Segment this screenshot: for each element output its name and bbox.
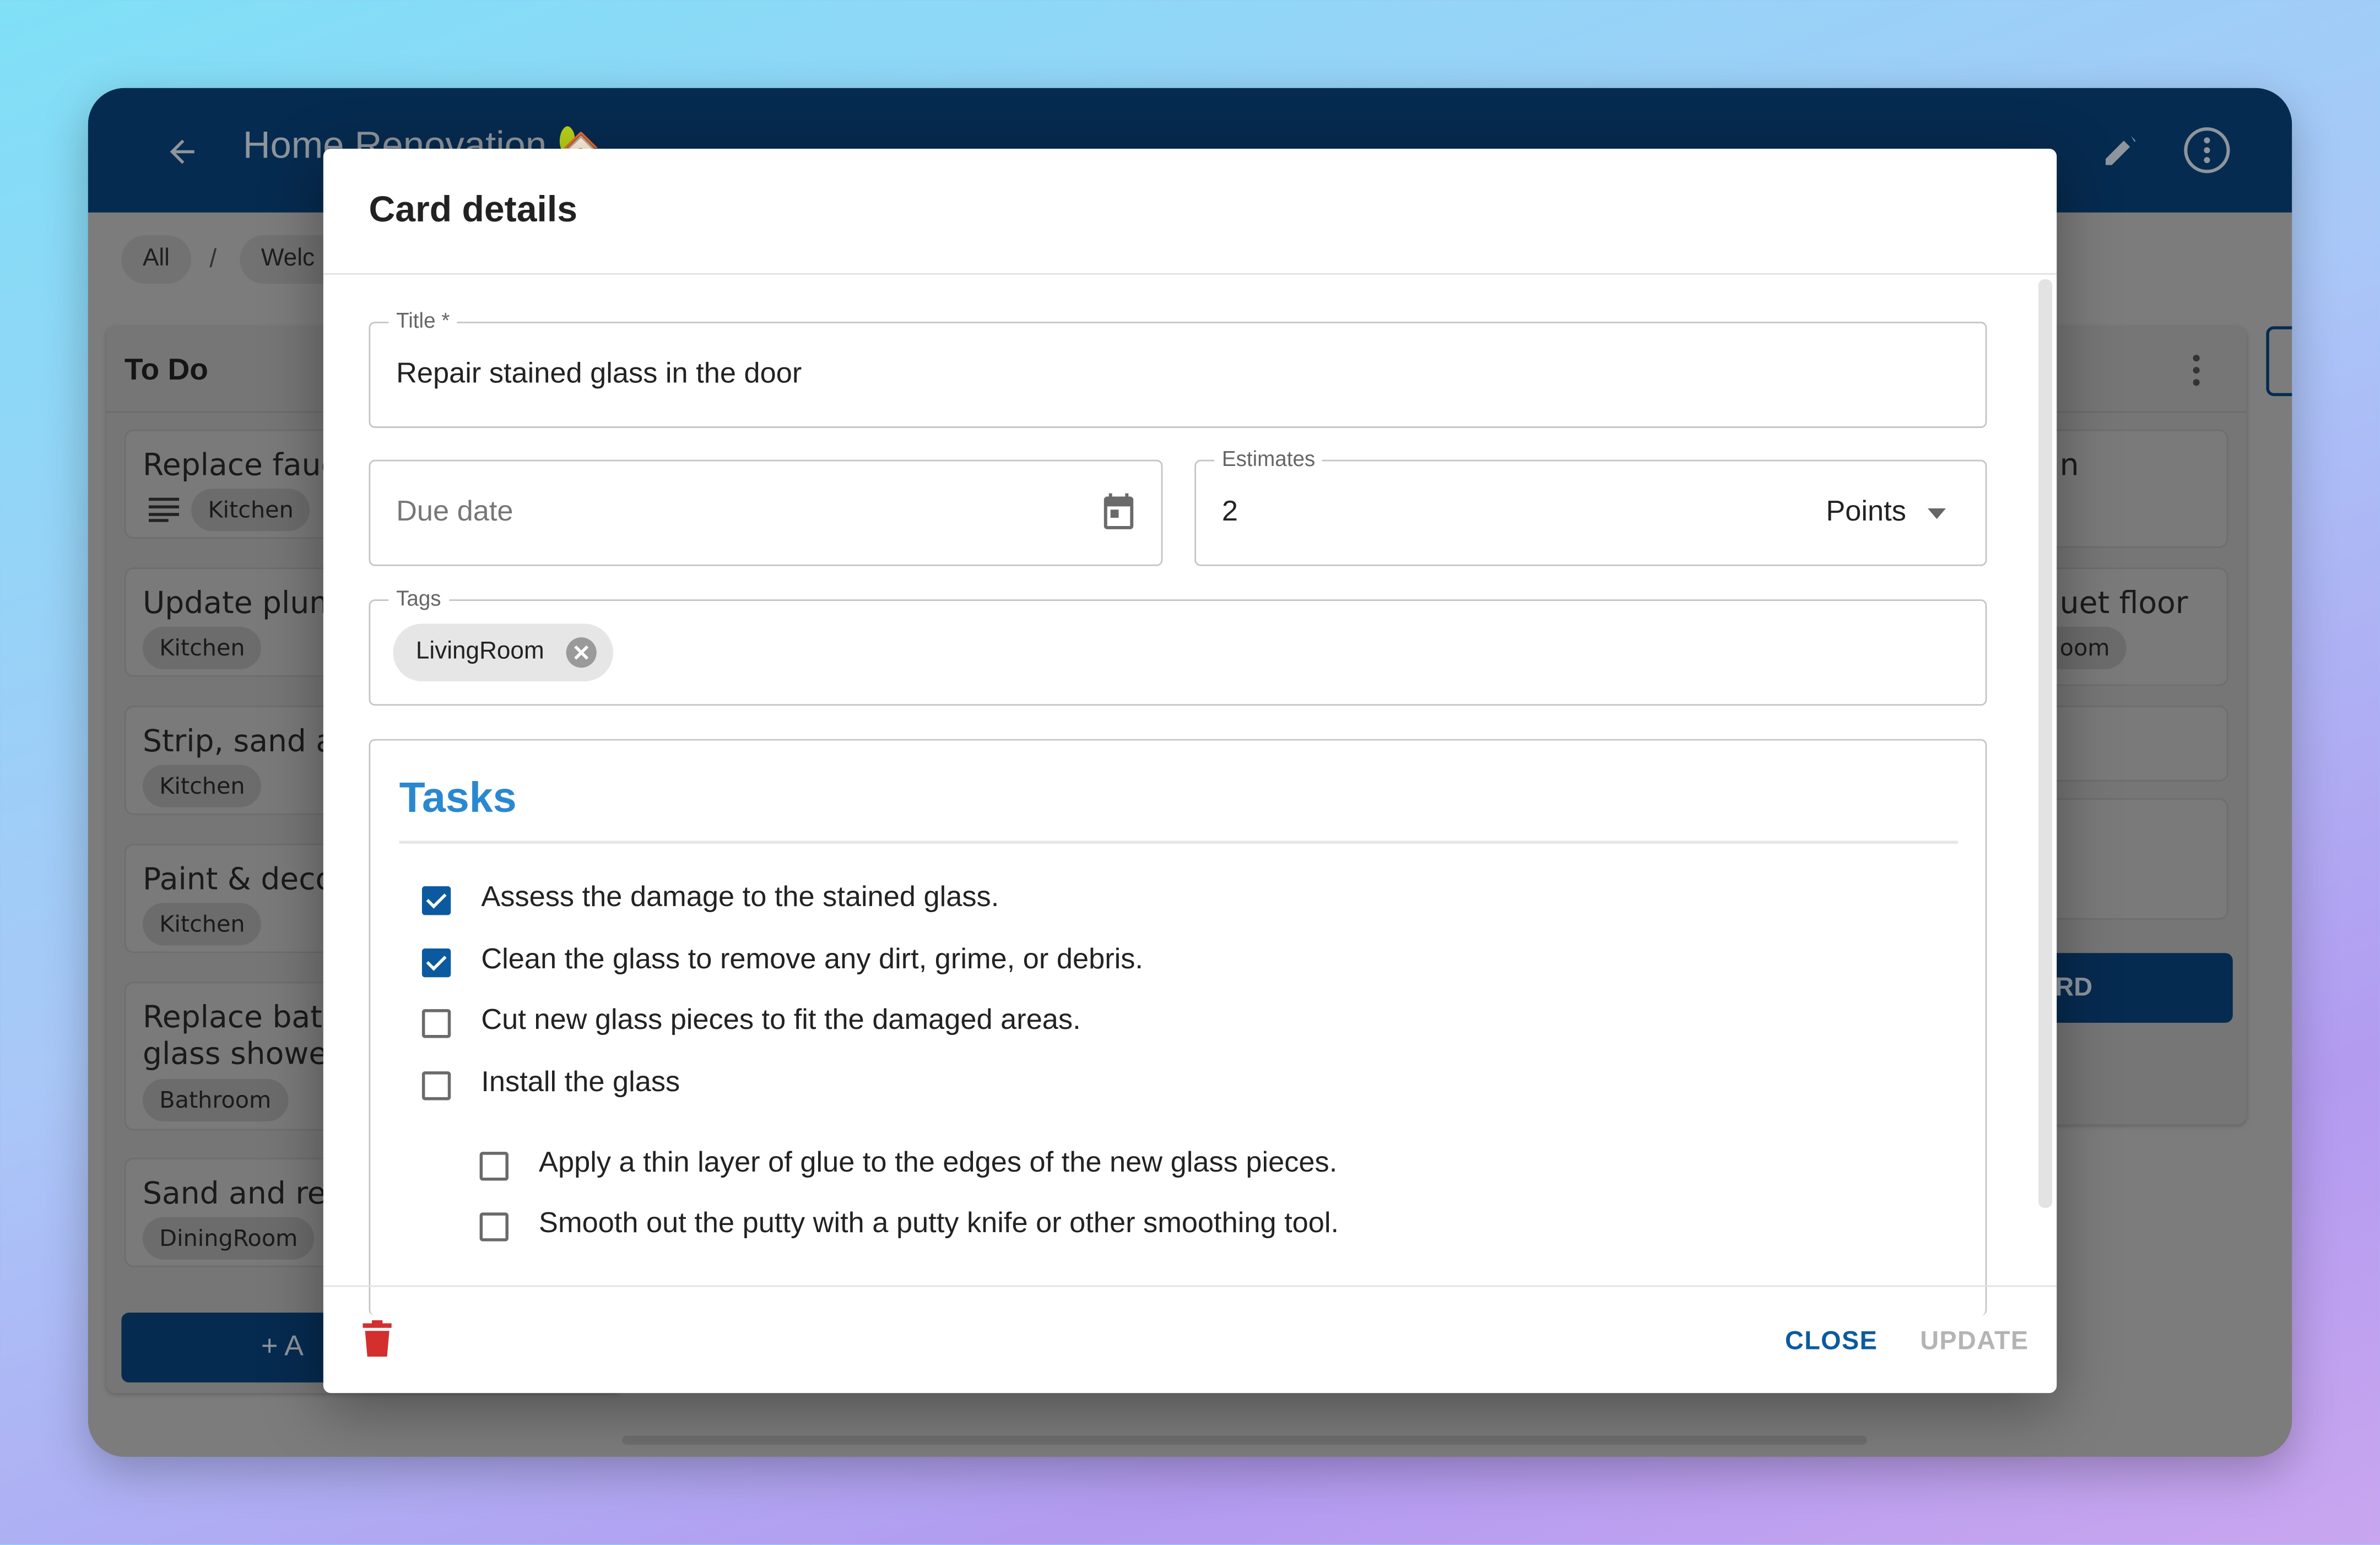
- task-text: Install the glass: [481, 1066, 680, 1099]
- tags-field[interactable]: Tags LivingRoom: [369, 586, 1987, 706]
- task-text: Apply a thin layer of glue to the edges …: [539, 1147, 1338, 1179]
- task-checkbox[interactable]: [421, 948, 451, 978]
- breadcrumb-all[interactable]: All: [121, 235, 191, 284]
- calendar-icon[interactable]: [1099, 492, 1139, 534]
- task-checkbox[interactable]: [479, 1152, 509, 1181]
- estimates-input[interactable]: 2: [1222, 496, 1238, 530]
- column-title: To Do: [124, 353, 208, 387]
- task-text: Assess the damage to the stained glass.: [481, 881, 999, 914]
- description-icon: [148, 497, 180, 522]
- back-arrow-icon[interactable]: [164, 133, 201, 170]
- tasks-box: Tasks Assess the damage to the stained g…: [369, 739, 1987, 1316]
- edit-pencil-icon[interactable]: [2101, 131, 2140, 170]
- task-text: Clean the glass to remove any dirt, grim…: [481, 944, 1143, 976]
- add-column-button[interactable]: [2266, 326, 2292, 397]
- title-input[interactable]: Repair stained glass in the door: [396, 358, 802, 392]
- tag-chip: LivingRoom: [393, 624, 614, 682]
- card-details-dialog: Card details Title * Repair stained glas…: [323, 148, 2057, 1394]
- title-field[interactable]: Title * Repair stained glass in the door: [369, 308, 1987, 428]
- more-options-icon[interactable]: [2183, 126, 2231, 175]
- dialog-title: Card details: [369, 189, 578, 231]
- update-button[interactable]: UPDATE: [1920, 1326, 2029, 1357]
- task-checkbox[interactable]: [421, 886, 451, 915]
- estimates-unit-select[interactable]: Points: [1826, 496, 1906, 530]
- close-button[interactable]: CLOSE: [1785, 1326, 1878, 1357]
- estimates-field[interactable]: Estimates 2 Points: [1194, 446, 1987, 566]
- breadcrumb-separator: /: [209, 244, 217, 273]
- chevron-down-icon[interactable]: [1927, 508, 1946, 519]
- column-menu-icon[interactable]: [2190, 354, 2203, 387]
- delete-trash-icon[interactable]: [363, 1320, 392, 1357]
- task-text: Cut new glass pieces to fit the damaged …: [481, 1004, 1081, 1037]
- task-checkbox[interactable]: [421, 1009, 451, 1038]
- task-checkbox[interactable]: [421, 1071, 451, 1101]
- task-text: Smooth out the putty with a putty knife …: [539, 1208, 1339, 1240]
- task-checkbox[interactable]: [479, 1212, 509, 1242]
- horizontal-scrollbar[interactable]: [622, 1435, 1867, 1445]
- due-date-field[interactable]: Due date: [369, 459, 1163, 566]
- dialog-scrollbar[interactable]: [2038, 279, 2052, 1208]
- remove-tag-icon[interactable]: [565, 636, 598, 669]
- tasks-heading: Tasks: [399, 774, 517, 821]
